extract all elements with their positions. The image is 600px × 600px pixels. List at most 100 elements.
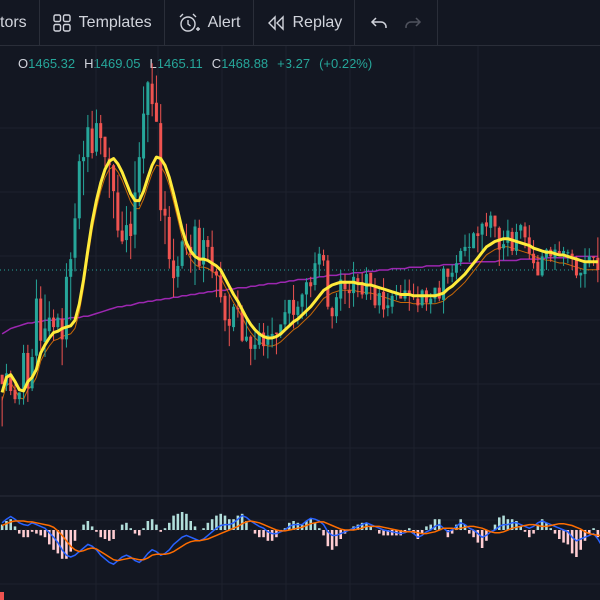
slow-moving-average-line — [1, 255, 598, 335]
candle-body — [47, 317, 51, 332]
indicators-button[interactable]: tors — [0, 0, 40, 45]
candle-body — [334, 297, 338, 317]
alert-button[interactable]: Alert — [165, 0, 254, 45]
candle-body — [124, 225, 128, 241]
candle-body — [137, 157, 141, 193]
candle-body — [296, 306, 300, 315]
candle-body — [82, 157, 86, 162]
replay-label: Replay — [292, 13, 343, 31]
candle-body — [283, 312, 287, 325]
candle-body — [52, 317, 56, 328]
candle-body — [0, 374, 4, 385]
candle-body — [77, 161, 81, 219]
candle-body — [159, 123, 163, 211]
candle-body — [69, 259, 73, 277]
candle-body — [313, 263, 317, 285]
candle-body — [562, 250, 566, 254]
candle-body — [13, 389, 17, 400]
candle-body — [489, 215, 493, 228]
candle-body — [154, 102, 158, 122]
candle-body — [167, 216, 171, 260]
alarm-clock-plus-icon — [179, 13, 200, 32]
macd-line — [1, 514, 600, 566]
candle-body — [150, 83, 154, 105]
candle-body — [17, 392, 21, 400]
price-chart[interactable] — [0, 46, 600, 600]
candle-body — [99, 123, 103, 139]
candle-body — [454, 263, 458, 273]
candle-body — [129, 223, 133, 236]
candle-body — [112, 165, 116, 192]
undo-icon[interactable] — [369, 13, 389, 33]
candle-body — [502, 244, 506, 249]
candle-body — [287, 299, 291, 314]
candle-body — [493, 215, 497, 227]
candle-body — [219, 275, 223, 298]
candle-body — [463, 246, 467, 251]
candle-body — [43, 328, 47, 343]
redo-icon[interactable] — [403, 13, 423, 33]
candle-body — [326, 260, 330, 307]
rewind-icon — [267, 14, 284, 31]
top-toolbar: tors Templates Alert Replay — [0, 0, 600, 46]
lead-line — [1, 164, 598, 401]
candle-body — [172, 260, 176, 279]
candle-body — [94, 123, 98, 152]
candle-body — [596, 257, 600, 270]
candle-body — [232, 306, 236, 328]
candle-body — [86, 127, 90, 158]
indicators-label: tors — [0, 13, 27, 31]
candle-body — [236, 308, 240, 310]
candle-body — [484, 222, 488, 227]
candle-body — [103, 136, 107, 158]
candle-body — [450, 272, 454, 277]
candle-body — [373, 287, 377, 306]
candle-body — [519, 225, 523, 231]
candle-body — [416, 298, 420, 306]
candle-body — [249, 336, 253, 349]
candle-body — [39, 298, 43, 341]
candle-body — [253, 344, 257, 349]
candle-body — [180, 241, 184, 266]
candle-body — [566, 252, 570, 254]
candle-body — [579, 272, 583, 276]
candle-body — [382, 291, 386, 310]
grid-icon — [52, 13, 71, 32]
candle-body — [532, 253, 536, 264]
candle-body — [540, 256, 544, 276]
candle-body — [592, 256, 596, 258]
candle-body — [322, 255, 326, 261]
candle-body — [146, 82, 150, 115]
candle-body — [420, 290, 424, 306]
candle-body — [472, 233, 476, 249]
candle-body — [352, 276, 356, 294]
candle-body — [227, 318, 231, 326]
candle-body — [459, 250, 463, 262]
candle-body — [506, 230, 510, 243]
candle-body — [480, 223, 484, 235]
candle-body — [116, 192, 120, 231]
candle-body — [390, 295, 394, 307]
candle-body — [56, 317, 60, 328]
candle-body — [223, 295, 227, 321]
candle-body — [300, 294, 304, 307]
candle-body — [377, 293, 381, 306]
candle-body — [309, 282, 313, 287]
candle-body — [523, 226, 527, 238]
candle-body — [583, 263, 587, 275]
price-marker — [0, 592, 4, 600]
candle-body — [446, 268, 450, 277]
candle-body — [90, 128, 94, 154]
undo-redo-group — [355, 0, 439, 45]
candle-body — [214, 271, 218, 276]
candle-body — [193, 226, 197, 256]
templates-button[interactable]: Templates — [40, 0, 165, 45]
candle-body — [292, 299, 296, 315]
candle-body — [142, 113, 146, 159]
candle-body — [467, 246, 471, 248]
candle-body — [210, 246, 214, 272]
replay-button[interactable]: Replay — [254, 0, 356, 45]
candle-body — [476, 233, 480, 236]
candle-body — [274, 332, 278, 334]
candle-body — [64, 276, 68, 340]
